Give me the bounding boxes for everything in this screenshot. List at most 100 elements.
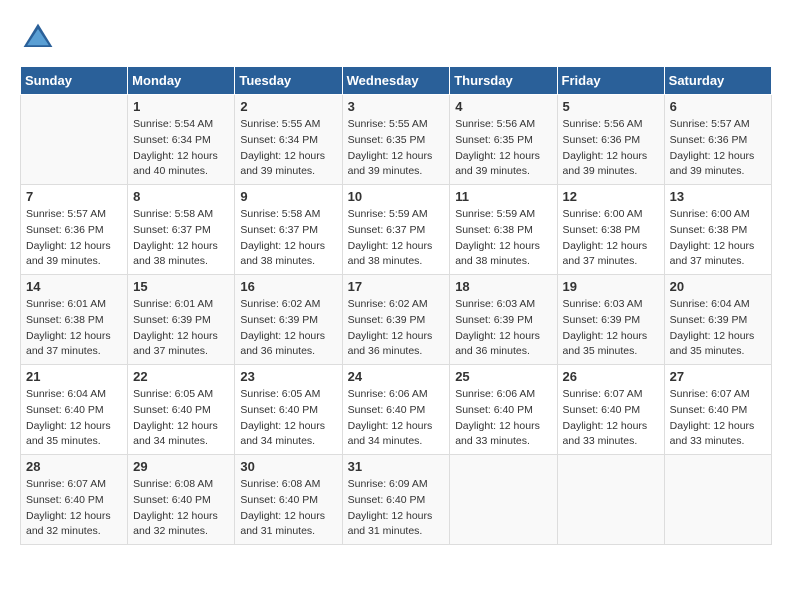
day-info: Sunrise: 6:05 AMSunset: 6:40 PMDaylight:… bbox=[240, 388, 325, 447]
day-number: 29 bbox=[133, 459, 229, 474]
weekday-header-tuesday: Tuesday bbox=[235, 67, 342, 95]
day-info: Sunrise: 6:07 AMSunset: 6:40 PMDaylight:… bbox=[563, 388, 648, 447]
calendar-week-4: 21 Sunrise: 6:04 AMSunset: 6:40 PMDaylig… bbox=[21, 365, 772, 455]
day-number: 25 bbox=[455, 369, 551, 384]
day-number: 9 bbox=[240, 189, 336, 204]
day-info: Sunrise: 6:06 AMSunset: 6:40 PMDaylight:… bbox=[348, 388, 433, 447]
day-number: 28 bbox=[26, 459, 122, 474]
day-info: Sunrise: 5:56 AMSunset: 6:36 PMDaylight:… bbox=[563, 118, 648, 177]
day-info: Sunrise: 6:04 AMSunset: 6:40 PMDaylight:… bbox=[26, 388, 111, 447]
day-info: Sunrise: 5:59 AMSunset: 6:37 PMDaylight:… bbox=[348, 208, 433, 267]
calendar-week-3: 14 Sunrise: 6:01 AMSunset: 6:38 PMDaylig… bbox=[21, 275, 772, 365]
day-info: Sunrise: 5:55 AMSunset: 6:35 PMDaylight:… bbox=[348, 118, 433, 177]
logo bbox=[20, 20, 60, 56]
calendar-cell bbox=[557, 455, 664, 545]
day-number: 21 bbox=[26, 369, 122, 384]
day-info: Sunrise: 6:06 AMSunset: 6:40 PMDaylight:… bbox=[455, 388, 540, 447]
calendar-body: 1 Sunrise: 5:54 AMSunset: 6:34 PMDayligh… bbox=[21, 95, 772, 545]
day-number: 1 bbox=[133, 99, 229, 114]
weekday-header-sunday: Sunday bbox=[21, 67, 128, 95]
calendar-cell: 10 Sunrise: 5:59 AMSunset: 6:37 PMDaylig… bbox=[342, 185, 450, 275]
day-number: 24 bbox=[348, 369, 445, 384]
calendar-week-1: 1 Sunrise: 5:54 AMSunset: 6:34 PMDayligh… bbox=[21, 95, 772, 185]
calendar-cell: 18 Sunrise: 6:03 AMSunset: 6:39 PMDaylig… bbox=[450, 275, 557, 365]
calendar-cell: 13 Sunrise: 6:00 AMSunset: 6:38 PMDaylig… bbox=[664, 185, 771, 275]
day-info: Sunrise: 5:58 AMSunset: 6:37 PMDaylight:… bbox=[133, 208, 218, 267]
day-info: Sunrise: 5:59 AMSunset: 6:38 PMDaylight:… bbox=[455, 208, 540, 267]
calendar-cell: 11 Sunrise: 5:59 AMSunset: 6:38 PMDaylig… bbox=[450, 185, 557, 275]
calendar-cell: 1 Sunrise: 5:54 AMSunset: 6:34 PMDayligh… bbox=[128, 95, 235, 185]
day-info: Sunrise: 6:03 AMSunset: 6:39 PMDaylight:… bbox=[455, 298, 540, 357]
calendar-cell: 27 Sunrise: 6:07 AMSunset: 6:40 PMDaylig… bbox=[664, 365, 771, 455]
weekday-header-wednesday: Wednesday bbox=[342, 67, 450, 95]
calendar-cell bbox=[21, 95, 128, 185]
calendar-cell: 5 Sunrise: 5:56 AMSunset: 6:36 PMDayligh… bbox=[557, 95, 664, 185]
day-number: 6 bbox=[670, 99, 766, 114]
day-number: 4 bbox=[455, 99, 551, 114]
calendar-cell: 22 Sunrise: 6:05 AMSunset: 6:40 PMDaylig… bbox=[128, 365, 235, 455]
day-number: 12 bbox=[563, 189, 659, 204]
day-number: 13 bbox=[670, 189, 766, 204]
calendar-cell: 2 Sunrise: 5:55 AMSunset: 6:34 PMDayligh… bbox=[235, 95, 342, 185]
day-number: 26 bbox=[563, 369, 659, 384]
day-number: 8 bbox=[133, 189, 229, 204]
day-number: 14 bbox=[26, 279, 122, 294]
day-info: Sunrise: 6:02 AMSunset: 6:39 PMDaylight:… bbox=[240, 298, 325, 357]
day-info: Sunrise: 6:07 AMSunset: 6:40 PMDaylight:… bbox=[26, 478, 111, 537]
calendar-cell: 19 Sunrise: 6:03 AMSunset: 6:39 PMDaylig… bbox=[557, 275, 664, 365]
calendar-cell bbox=[450, 455, 557, 545]
day-info: Sunrise: 6:00 AMSunset: 6:38 PMDaylight:… bbox=[563, 208, 648, 267]
calendar-cell: 24 Sunrise: 6:06 AMSunset: 6:40 PMDaylig… bbox=[342, 365, 450, 455]
day-info: Sunrise: 6:04 AMSunset: 6:39 PMDaylight:… bbox=[670, 298, 755, 357]
day-number: 31 bbox=[348, 459, 445, 474]
calendar-cell: 6 Sunrise: 5:57 AMSunset: 6:36 PMDayligh… bbox=[664, 95, 771, 185]
calendar-cell: 7 Sunrise: 5:57 AMSunset: 6:36 PMDayligh… bbox=[21, 185, 128, 275]
day-info: Sunrise: 5:56 AMSunset: 6:35 PMDaylight:… bbox=[455, 118, 540, 177]
day-number: 5 bbox=[563, 99, 659, 114]
calendar-cell: 3 Sunrise: 5:55 AMSunset: 6:35 PMDayligh… bbox=[342, 95, 450, 185]
calendar-cell: 12 Sunrise: 6:00 AMSunset: 6:38 PMDaylig… bbox=[557, 185, 664, 275]
calendar-cell: 20 Sunrise: 6:04 AMSunset: 6:39 PMDaylig… bbox=[664, 275, 771, 365]
day-number: 27 bbox=[670, 369, 766, 384]
day-number: 7 bbox=[26, 189, 122, 204]
calendar-cell: 4 Sunrise: 5:56 AMSunset: 6:35 PMDayligh… bbox=[450, 95, 557, 185]
weekday-header-monday: Monday bbox=[128, 67, 235, 95]
day-info: Sunrise: 6:08 AMSunset: 6:40 PMDaylight:… bbox=[133, 478, 218, 537]
calendar-cell: 14 Sunrise: 6:01 AMSunset: 6:38 PMDaylig… bbox=[21, 275, 128, 365]
day-number: 30 bbox=[240, 459, 336, 474]
calendar-cell: 30 Sunrise: 6:08 AMSunset: 6:40 PMDaylig… bbox=[235, 455, 342, 545]
day-info: Sunrise: 6:00 AMSunset: 6:38 PMDaylight:… bbox=[670, 208, 755, 267]
day-number: 22 bbox=[133, 369, 229, 384]
weekday-header-saturday: Saturday bbox=[664, 67, 771, 95]
day-info: Sunrise: 5:57 AMSunset: 6:36 PMDaylight:… bbox=[26, 208, 111, 267]
day-info: Sunrise: 6:09 AMSunset: 6:40 PMDaylight:… bbox=[348, 478, 433, 537]
day-number: 10 bbox=[348, 189, 445, 204]
calendar-cell: 9 Sunrise: 5:58 AMSunset: 6:37 PMDayligh… bbox=[235, 185, 342, 275]
calendar-week-5: 28 Sunrise: 6:07 AMSunset: 6:40 PMDaylig… bbox=[21, 455, 772, 545]
logo-icon bbox=[20, 20, 56, 56]
day-info: Sunrise: 5:54 AMSunset: 6:34 PMDaylight:… bbox=[133, 118, 218, 177]
day-info: Sunrise: 5:55 AMSunset: 6:34 PMDaylight:… bbox=[240, 118, 325, 177]
day-number: 2 bbox=[240, 99, 336, 114]
day-number: 3 bbox=[348, 99, 445, 114]
day-number: 16 bbox=[240, 279, 336, 294]
day-info: Sunrise: 6:05 AMSunset: 6:40 PMDaylight:… bbox=[133, 388, 218, 447]
weekday-header-row: SundayMondayTuesdayWednesdayThursdayFrid… bbox=[21, 67, 772, 95]
calendar-cell: 26 Sunrise: 6:07 AMSunset: 6:40 PMDaylig… bbox=[557, 365, 664, 455]
day-info: Sunrise: 5:58 AMSunset: 6:37 PMDaylight:… bbox=[240, 208, 325, 267]
calendar-cell: 31 Sunrise: 6:09 AMSunset: 6:40 PMDaylig… bbox=[342, 455, 450, 545]
calendar-cell: 21 Sunrise: 6:04 AMSunset: 6:40 PMDaylig… bbox=[21, 365, 128, 455]
calendar-cell: 29 Sunrise: 6:08 AMSunset: 6:40 PMDaylig… bbox=[128, 455, 235, 545]
calendar-cell: 8 Sunrise: 5:58 AMSunset: 6:37 PMDayligh… bbox=[128, 185, 235, 275]
weekday-header-friday: Friday bbox=[557, 67, 664, 95]
weekday-header-thursday: Thursday bbox=[450, 67, 557, 95]
day-number: 15 bbox=[133, 279, 229, 294]
day-info: Sunrise: 6:01 AMSunset: 6:39 PMDaylight:… bbox=[133, 298, 218, 357]
calendar-cell: 25 Sunrise: 6:06 AMSunset: 6:40 PMDaylig… bbox=[450, 365, 557, 455]
day-info: Sunrise: 5:57 AMSunset: 6:36 PMDaylight:… bbox=[670, 118, 755, 177]
calendar-cell: 17 Sunrise: 6:02 AMSunset: 6:39 PMDaylig… bbox=[342, 275, 450, 365]
day-info: Sunrise: 6:03 AMSunset: 6:39 PMDaylight:… bbox=[563, 298, 648, 357]
calendar-cell: 23 Sunrise: 6:05 AMSunset: 6:40 PMDaylig… bbox=[235, 365, 342, 455]
day-number: 19 bbox=[563, 279, 659, 294]
day-number: 11 bbox=[455, 189, 551, 204]
